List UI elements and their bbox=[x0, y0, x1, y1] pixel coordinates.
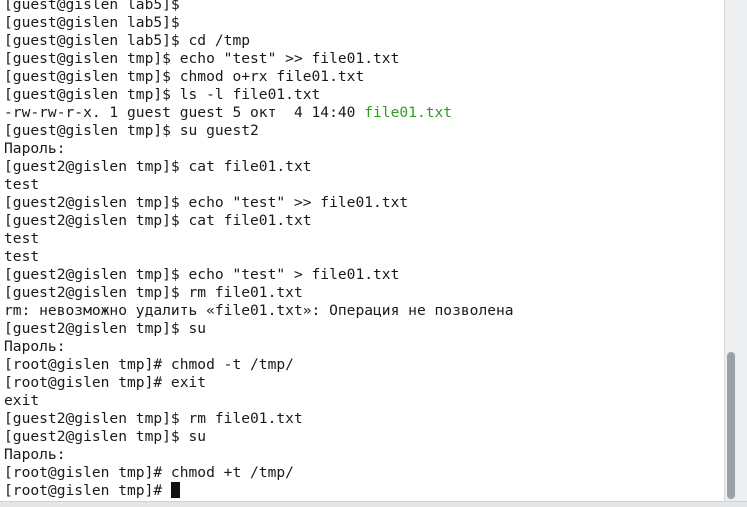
terminal-window[interactable]: [guest@gislen lab5]$ [guest@gislen lab5]… bbox=[0, 0, 724, 501]
terminal-line: [guest2@gislen tmp]$ rm file01.txt bbox=[4, 284, 303, 301]
vertical-scrollbar[interactable] bbox=[724, 0, 747, 501]
terminal-line: [guest2@gislen tmp]$ cat file01.txt bbox=[4, 212, 312, 229]
terminal-line: [guest2@gislen tmp]$ echo "test" > file0… bbox=[4, 266, 400, 283]
terminal-line: [guest@gislen tmp]$ su guest2 bbox=[4, 122, 259, 139]
terminal-line: test bbox=[4, 248, 40, 265]
terminal-line: [guest@gislen lab5]$ bbox=[4, 14, 180, 31]
terminal-line: [guest@gislen tmp]$ chmod o+rx file01.tx… bbox=[4, 68, 365, 85]
terminal-line: [root@gislen tmp]# chmod -t /tmp/ bbox=[4, 356, 294, 373]
text-cursor bbox=[170, 482, 180, 498]
terminal-line: [guest2@gislen tmp]$ cat file01.txt bbox=[4, 158, 312, 175]
terminal-line: Пароль: bbox=[4, 140, 66, 157]
current-prompt: [root@gislen tmp]# bbox=[4, 482, 171, 499]
terminal-line: [guest2@gislen tmp]$ echo "test" >> file… bbox=[4, 194, 409, 211]
terminal-line-ls-output: -rw-rw-r-x. 1 guest guest 5 окт 4 14:40 … bbox=[4, 104, 514, 122]
terminal-line: [root@gislen tmp]# exit bbox=[4, 374, 207, 391]
terminal-line: test bbox=[4, 230, 40, 247]
terminal-line: Пароль: bbox=[4, 446, 66, 463]
terminal-line: exit bbox=[4, 392, 40, 409]
terminal-prompt-line[interactable]: [root@gislen tmp]# bbox=[4, 482, 514, 500]
terminal-line: [guest@gislen lab5]$ cd /tmp bbox=[4, 32, 251, 49]
terminal-output[interactable]: [guest@gislen lab5]$ [guest@gislen lab5]… bbox=[4, 0, 514, 500]
terminal-line: [root@gislen tmp]# chmod +t /tmp/ bbox=[4, 464, 294, 481]
terminal-line: test bbox=[4, 176, 40, 193]
ls-filename-highlight: file01.txt bbox=[364, 104, 453, 121]
terminal-line: [guest2@gislen tmp]$ rm file01.txt bbox=[4, 410, 303, 427]
ls-permissions-text: -rw-rw-r-x. 1 guest guest 5 окт 4 14:40 bbox=[4, 104, 365, 121]
window-bottom-edge bbox=[0, 501, 747, 507]
terminal-line: rm: невозможно удалить «file01.txt»: Опе… bbox=[4, 302, 514, 319]
terminal-line: [guest2@gislen tmp]$ su bbox=[4, 428, 207, 445]
terminal-line: [guest@gislen lab5]$ bbox=[4, 0, 180, 13]
terminal-line: Пароль: bbox=[4, 338, 66, 355]
terminal-line: [guest2@gislen tmp]$ su bbox=[4, 320, 207, 337]
terminal-line: [guest@gislen tmp]$ ls -l file01.txt bbox=[4, 86, 321, 103]
scrollbar-thumb[interactable] bbox=[727, 352, 735, 499]
terminal-line: [guest@gislen tmp]$ echo "test" >> file0… bbox=[4, 50, 400, 67]
